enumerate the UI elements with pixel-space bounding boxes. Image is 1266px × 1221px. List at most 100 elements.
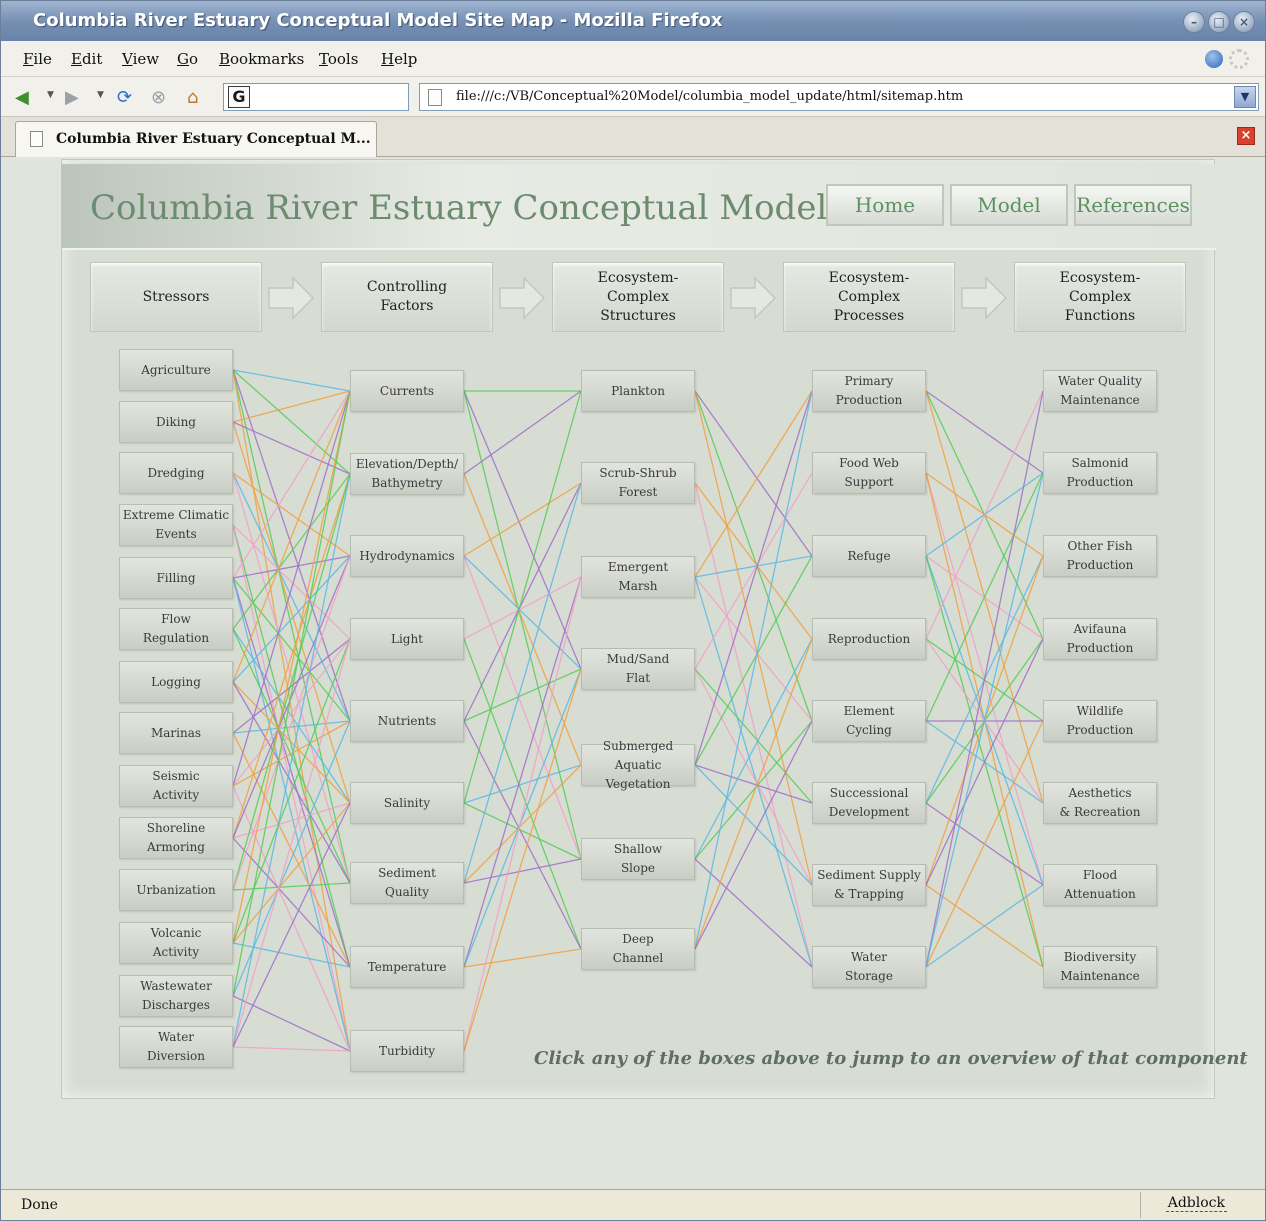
component-box[interactable]: Sediment Quality	[350, 862, 464, 904]
component-box[interactable]: Aesthetics & Recreation	[1043, 782, 1157, 824]
forward-arrow-icon[interactable]: ▶	[65, 85, 79, 109]
home-icon[interactable]: ⌂	[187, 85, 198, 109]
menu-bookmarks[interactable]: Bookmarks	[219, 50, 304, 68]
component-box[interactable]: Currents	[350, 370, 464, 412]
component-box[interactable]: Avifauna Production	[1043, 618, 1157, 660]
sitemap-panel: Columbia River Estuary Conceptual Model …	[61, 159, 1248, 1099]
browser-window: Columbia River Estuary Conceptual Model …	[0, 0, 1266, 1221]
throbber-icon	[1229, 49, 1249, 69]
menu-file[interactable]: File	[23, 50, 52, 68]
component-box[interactable]: Water Diversion	[119, 1026, 233, 1068]
component-box[interactable]: Water Quality Maintenance	[1043, 370, 1157, 412]
component-box[interactable]: Deep Channel	[581, 928, 695, 970]
connection-line	[925, 390, 1044, 968]
component-box[interactable]: Extreme Climatic Events	[119, 504, 233, 546]
component-box[interactable]: Submerged Aquatic Vegetation	[581, 739, 695, 791]
component-box[interactable]: Seismic Activity	[119, 765, 233, 807]
url-text[interactable]: file:///c:/VB/Conceptual%20Model/columbi…	[456, 89, 963, 104]
component-box[interactable]: Hydrodynamics	[350, 535, 464, 577]
component-box[interactable]: Scrub-Shrub Forest	[581, 462, 695, 504]
component-box[interactable]: Urbanization	[119, 869, 233, 911]
reload-icon[interactable]: ⟳	[117, 85, 132, 109]
component-box[interactable]: Biodiversity Maintenance	[1043, 946, 1157, 988]
window-title: Columbia River Estuary Conceptual Model …	[33, 10, 723, 31]
component-box[interactable]: Other Fish Production	[1043, 535, 1157, 577]
component-box[interactable]: Logging	[119, 661, 233, 703]
search-engine-icon[interactable]: G	[228, 86, 250, 108]
component-box[interactable]: Wildlife Production	[1043, 700, 1157, 742]
connection-line	[694, 390, 813, 766]
component-box[interactable]: Temperature	[350, 946, 464, 988]
connection-line	[232, 732, 351, 968]
connection-line	[463, 555, 582, 670]
tab-label: Columbia River Estuary Conceptual M...	[56, 131, 371, 147]
connection-line	[232, 369, 351, 392]
menu-bar: File Edit View Go Bookmarks Tools Help	[1, 41, 1265, 77]
component-box[interactable]: Mud/Sand Flat	[581, 648, 695, 690]
connection-line	[232, 882, 351, 891]
component-box[interactable]: Element Cycling	[812, 700, 926, 742]
component-box[interactable]: Agriculture	[119, 349, 233, 391]
close-tab-icon[interactable]: ×	[1237, 127, 1255, 145]
connection-line	[463, 576, 582, 640]
connection-line	[463, 390, 582, 804]
connection-line	[694, 390, 813, 886]
adblock-button[interactable]: Adblock	[1165, 1195, 1227, 1212]
connection-line	[694, 858, 813, 968]
connection-line	[232, 524, 351, 1052]
back-arrow-icon[interactable]: ◀	[15, 85, 29, 109]
url-bar[interactable]: file:///c:/VB/Conceptual%20Model/columbi…	[419, 83, 1259, 111]
component-box[interactable]: Volcanic Activity	[119, 922, 233, 964]
update-globe-icon[interactable]	[1205, 50, 1223, 68]
connection-line	[694, 720, 813, 950]
component-box[interactable]: Dredging	[119, 452, 233, 494]
component-box[interactable]: Water Storage	[812, 946, 926, 988]
status-text: Done	[21, 1197, 58, 1213]
component-box[interactable]: Shoreline Armoring	[119, 817, 233, 859]
component-box[interactable]: Plankton	[581, 370, 695, 412]
tab-sitemap[interactable]: Columbia River Estuary Conceptual M...	[15, 121, 377, 157]
menu-help[interactable]: Help	[381, 50, 417, 68]
component-box[interactable]: Refuge	[812, 535, 926, 577]
component-box[interactable]: Salmonid Production	[1043, 452, 1157, 494]
component-box[interactable]: Marinas	[119, 712, 233, 754]
menu-tools[interactable]: Tools	[319, 50, 358, 68]
component-box[interactable]: Successional Development	[812, 782, 926, 824]
component-box[interactable]: Diking	[119, 401, 233, 443]
connection-line	[232, 995, 351, 1052]
component-box[interactable]: Sediment Supply & Trapping	[812, 864, 926, 906]
component-box[interactable]: Wastewater Discharges	[119, 975, 233, 1017]
component-box[interactable]: Emergent Marsh	[581, 556, 695, 598]
component-box[interactable]: Nutrients	[350, 700, 464, 742]
minimize-icon[interactable]: –	[1183, 11, 1205, 33]
page-icon	[428, 89, 442, 106]
connection-line	[694, 390, 813, 578]
component-box[interactable]: Light	[350, 618, 464, 660]
component-box[interactable]: Elevation/Depth/ Bathymetry	[350, 453, 464, 495]
connection-line	[925, 472, 1044, 722]
component-box[interactable]: Flow Regulation	[119, 608, 233, 650]
component-box[interactable]: Flood Attenuation	[1043, 864, 1157, 906]
connection-line	[463, 668, 582, 1052]
menu-go[interactable]: Go	[177, 50, 198, 68]
connection-line	[694, 720, 813, 860]
page-viewport: Columbia River Estuary Conceptual Model …	[1, 157, 1265, 1189]
component-box[interactable]: Food Web Support	[812, 452, 926, 494]
connection-line	[232, 390, 351, 423]
search-input[interactable]: G	[223, 83, 409, 111]
maximize-icon[interactable]: □	[1208, 11, 1230, 33]
component-box[interactable]: Shallow Slope	[581, 838, 695, 880]
menu-edit[interactable]: Edit	[71, 50, 102, 68]
forward-history-dropdown-icon[interactable]: ▼	[97, 90, 104, 100]
close-icon[interactable]: ×	[1233, 11, 1255, 33]
component-box[interactable]: Salinity	[350, 782, 464, 824]
component-box[interactable]: Filling	[119, 557, 233, 599]
url-dropdown-icon[interactable]: ▼	[1234, 86, 1256, 108]
connection-line	[232, 473, 351, 1048]
component-box[interactable]: Primary Production	[812, 370, 926, 412]
component-box[interactable]: Reproduction	[812, 618, 926, 660]
stop-icon[interactable]: ⊗	[151, 85, 166, 109]
back-history-dropdown-icon[interactable]: ▼	[47, 90, 54, 100]
menu-view[interactable]: View	[122, 50, 159, 68]
component-box[interactable]: Turbidity	[350, 1030, 464, 1072]
